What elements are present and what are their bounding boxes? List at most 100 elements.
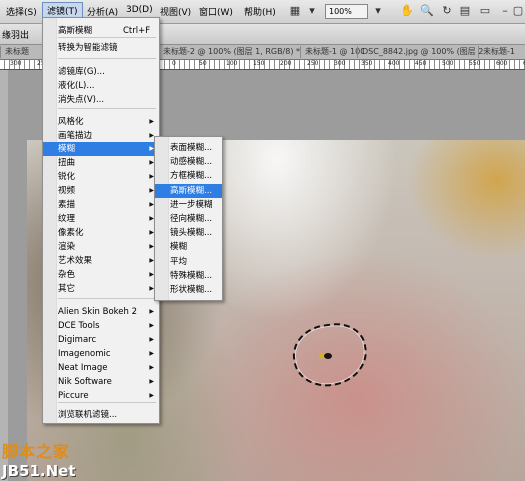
- filter-menu-item[interactable]: 画笔描边 ▶: [43, 129, 159, 143]
- doc-tab-label: DSC_8842.jpg @ 100% (图层 2, RGB/8) *: [362, 47, 484, 56]
- filter-menu-item[interactable]: 扭曲 ▶: [43, 156, 159, 170]
- zoom-dropdown-icon[interactable]: ▾: [371, 4, 385, 18]
- menu-item-label: 模糊: [58, 144, 76, 154]
- zoom-icon[interactable]: 🔍: [420, 4, 434, 18]
- menu-item-label: 其它: [58, 284, 76, 294]
- menu-3d[interactable]: 3D(D): [126, 5, 153, 15]
- ruler-label: 250: [307, 60, 319, 67]
- filter-menu-item[interactable]: 模糊 ▶: [43, 142, 159, 156]
- menu-item-label: 径向模糊...: [170, 214, 213, 224]
- doc-tab[interactable]: 未标题-1 @ 100% (图层 2, RGB/8) *: [300, 46, 364, 58]
- submenu-arrow-icon: ▶: [149, 378, 154, 385]
- blur-menu-item[interactable]: 形状模糊...: [155, 283, 222, 297]
- minimize-icon[interactable]: –: [498, 4, 512, 18]
- blur-menu-item[interactable]: 动感模糊...: [155, 155, 222, 169]
- filter-menu-item[interactable]: 浏览联机滤镜...: [43, 408, 159, 422]
- blur-menu-item[interactable]: 镜头模糊...: [155, 226, 222, 240]
- filter-menu-item[interactable]: Neat Image ▶: [43, 361, 159, 375]
- menu-item-label: 视频: [58, 186, 76, 196]
- menu-item-label: DCE Tools: [58, 321, 100, 331]
- ruler-label: 600: [496, 60, 508, 67]
- blur-menu-item[interactable]: 表面模糊...: [155, 141, 222, 155]
- hand-icon[interactable]: ✋: [400, 4, 414, 18]
- doc-tab-label: 未标题-1 @ 100% (图层 2, RGB/8) *: [305, 47, 364, 56]
- filter-menu-item[interactable]: 杂色 ▶: [43, 268, 159, 282]
- filter-menu-item[interactable]: 风格化 ▶: [43, 115, 159, 129]
- menu-item-label: 艺术效果: [58, 256, 93, 266]
- blur-menu-item[interactable]: 模糊: [155, 240, 222, 254]
- zoom-level[interactable]: 100%: [325, 4, 368, 19]
- menu-item-label: 镜头模糊...: [170, 228, 213, 239]
- menu-item-label: 液化(L)...: [58, 81, 95, 91]
- restore-icon[interactable]: ▢: [511, 4, 525, 18]
- blur-menu-item[interactable]: 平均: [155, 255, 222, 269]
- rotate-icon[interactable]: ↻: [440, 4, 454, 18]
- menu-item-label: 素描: [58, 200, 76, 210]
- blur-menu-item[interactable]: 高斯模糊...: [155, 183, 222, 198]
- filter-menu-item[interactable]: 其它 ▶: [43, 282, 159, 296]
- watermark-logo: 脚本之家 JB51.Net: [2, 438, 82, 480]
- ruler-toggle-icon[interactable]: ▾: [305, 4, 319, 18]
- filter-menu-item[interactable]: 艺术效果 ▶: [43, 254, 159, 268]
- menu-item-label: 进一步模糊: [170, 199, 213, 210]
- filter-menu-item[interactable]: 消失点(V)...: [43, 93, 159, 107]
- menu-item-label: Imagenomic: [58, 349, 111, 359]
- insect-subject: [318, 353, 332, 359]
- ruler-label: 400: [388, 60, 400, 67]
- filter-menu-item[interactable]: 锐化 ▶: [43, 170, 159, 184]
- ruler-label: 550: [469, 60, 481, 67]
- doc-tab[interactable]: DSC_8842.jpg @ 100% (图层 2, RGB/8) *: [357, 46, 484, 58]
- menu-view[interactable]: 视图(V): [160, 5, 191, 18]
- watermark-line1: 脚本之家: [2, 442, 71, 461]
- menu-item-label: 特殊模糊...: [170, 270, 213, 281]
- grid-icon[interactable]: ▦: [288, 4, 302, 18]
- menu-item-label: 平均: [170, 256, 188, 267]
- menu-item-label: 渲染: [58, 242, 76, 252]
- menu-item-label: 模糊: [170, 242, 188, 253]
- menu-item-label: 浏览联机滤镜...: [58, 410, 118, 420]
- doc-tab-label: 未标题-2 @ 100% (图层 1, RGB/8) *: [163, 47, 301, 56]
- blur-menu-item[interactable]: 径向模糊...: [155, 212, 222, 226]
- menu-help[interactable]: 帮助(H): [244, 5, 276, 18]
- ruler-label: 0: [172, 60, 176, 67]
- filter-menu-item[interactable]: DCE Tools ▶: [43, 319, 159, 333]
- filter-menu-item[interactable]: 渲染 ▶: [43, 240, 159, 254]
- filter-menu-item[interactable]: 素描 ▶: [43, 198, 159, 212]
- menu-separator: [58, 298, 156, 299]
- arrange-icon[interactable]: ▤: [458, 4, 472, 18]
- menu-item-label: Piccure: [58, 391, 89, 401]
- screen-mode-icon[interactable]: ▭: [478, 4, 492, 18]
- submenu-arrow-icon: ▶: [149, 392, 154, 399]
- menu-separator: [58, 108, 156, 109]
- ruler-label: 100: [226, 60, 238, 67]
- filter-menu-item[interactable]: 液化(L)...: [43, 79, 159, 93]
- blur-menu-item[interactable]: 进一步模糊: [155, 198, 222, 212]
- doc-tab[interactable]: 未标题-1: [478, 46, 525, 58]
- filter-menu-item[interactable]: Digimarc ▶: [43, 333, 159, 347]
- filter-menu: 高斯模糊 Ctrl+F 转换为智能滤镜 滤镜库(G)... 液化(L)... 消失点(V)…: [42, 17, 160, 424]
- filter-menu-item[interactable]: 转换为智能滤镜: [43, 41, 159, 55]
- filter-menu-item[interactable]: 像素化 ▶: [43, 226, 159, 240]
- menu-window[interactable]: 窗口(W): [199, 5, 233, 18]
- menu-item-label: 纹理: [58, 214, 76, 224]
- menu-select[interactable]: 选择(S): [6, 5, 37, 18]
- doc-tab[interactable]: 未标题-2 @ 100% (图层 1, RGB/8) *: [158, 46, 307, 58]
- filter-menu-item[interactable]: 滤镜库(G)...: [43, 65, 159, 79]
- filter-menu-item[interactable]: 高斯模糊 Ctrl+F: [43, 24, 159, 38]
- blur-menu-item[interactable]: 方框模糊...: [155, 169, 222, 183]
- filter-menu-item[interactable]: Piccure ▶: [43, 389, 159, 403]
- zoom-value: 100%: [329, 7, 352, 16]
- filter-menu-item[interactable]: 视频 ▶: [43, 184, 159, 198]
- menu-separator: [58, 58, 156, 59]
- blur-menu-item[interactable]: 特殊模糊...: [155, 269, 222, 283]
- menu-item-label: 消失点(V)...: [58, 95, 105, 105]
- filter-menu-item[interactable]: 纹理 ▶: [43, 212, 159, 226]
- filter-menu-item[interactable]: Imagenomic ▶: [43, 347, 159, 361]
- menu-item-label: Neat Image: [58, 363, 108, 373]
- ruler-label: 300: [334, 60, 346, 67]
- menu-item-label: 锐化: [58, 172, 76, 182]
- filter-menu-item[interactable]: Nik Software ▶: [43, 375, 159, 389]
- submenu-arrow-icon: ▶: [149, 118, 154, 125]
- filter-menu-item[interactable]: Alien Skin Bokeh 2 ▶: [43, 305, 159, 319]
- menu-item-label: Nik Software: [58, 377, 112, 387]
